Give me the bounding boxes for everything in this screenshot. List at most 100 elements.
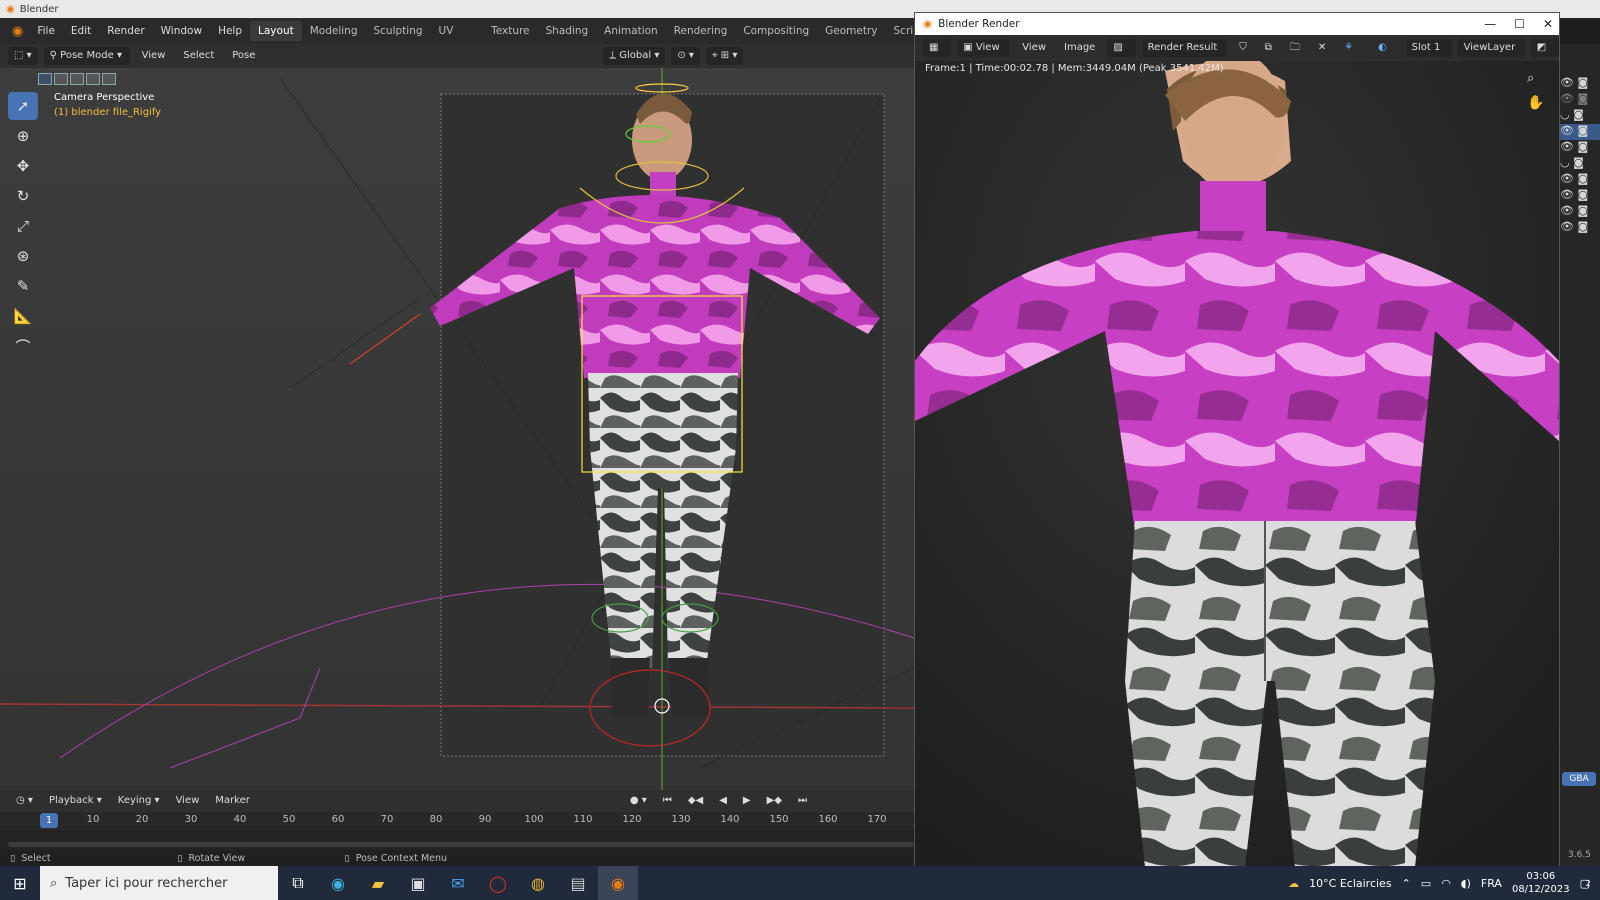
fake-user-icon[interactable]: ⛉ xyxy=(1233,39,1253,57)
weather-text[interactable]: 10°C Eclaircies xyxy=(1309,877,1391,890)
tab-layout[interactable]: Layout xyxy=(250,21,302,41)
jump-start-icon[interactable]: ⏮ xyxy=(657,792,678,810)
eye-icon[interactable]: ◡ ◙ xyxy=(1560,156,1600,172)
menu-window[interactable]: Window xyxy=(153,21,210,41)
timeline-body[interactable] xyxy=(0,830,914,850)
rgba-button[interactable]: GBA xyxy=(1562,772,1596,786)
mail-icon[interactable]: ✉ xyxy=(438,866,478,900)
edge-icon[interactable]: ◉ xyxy=(318,866,358,900)
timeline-scrollbar[interactable] xyxy=(8,842,914,847)
gizmo-icon[interactable]: ⚘ ▾ xyxy=(1338,39,1366,71)
timeline-ruler[interactable]: 1 10 20 30 40 50 60 70 80 90 100 110 120… xyxy=(0,812,914,830)
view-mode-dropdown[interactable]: ▣ View ▾ xyxy=(957,39,1011,71)
rotate-icon[interactable]: ↻ xyxy=(8,182,38,210)
zoom-icon[interactable]: ⌕ xyxy=(1527,71,1534,86)
eye-icon[interactable]: 👁 ◙ xyxy=(1560,76,1600,92)
tab-animation[interactable]: Animation xyxy=(596,21,666,41)
opera-icon[interactable]: ◯ xyxy=(478,866,518,900)
record-icon[interactable]: ● ▾ xyxy=(624,792,653,810)
scale-icon[interactable]: ⤢ xyxy=(8,212,38,240)
pivot-dropdown[interactable]: ⊙ ▾ xyxy=(671,47,700,65)
tab-texture-paint[interactable]: Texture Paint xyxy=(483,21,537,57)
display-channels-icon[interactable]: ◩ ▾ xyxy=(1530,39,1559,71)
menu-file[interactable]: File xyxy=(29,21,63,41)
slot-dropdown[interactable]: Slot 1 ▾ xyxy=(1405,39,1452,71)
taskbar-search[interactable]: ⌕ Taper ici pour rechercher xyxy=(40,866,278,900)
language-indicator[interactable]: FRA xyxy=(1481,877,1502,890)
overlay-icon[interactable]: ◐ ▾ xyxy=(1372,39,1400,71)
clock[interactable]: 03:06 08/12/2023 xyxy=(1512,870,1570,896)
play-reverse-icon[interactable]: ◀ xyxy=(713,792,733,810)
menu-pose[interactable]: Pose xyxy=(226,47,261,65)
app-icon[interactable]: ▤ xyxy=(558,866,598,900)
eye-icon[interactable]: 👁 ◙ xyxy=(1560,220,1600,236)
blender-menu-icon[interactable]: ◉ xyxy=(6,24,29,39)
pan-hand-icon[interactable]: ✋ xyxy=(1527,95,1544,111)
menu-edit[interactable]: Edit xyxy=(63,21,99,41)
menu-playback[interactable]: Playback ▾ xyxy=(43,792,108,810)
menu-image[interactable]: Image xyxy=(1058,39,1101,57)
tab-rendering[interactable]: Rendering xyxy=(666,21,736,41)
volume-icon[interactable]: ◖) xyxy=(1461,877,1471,890)
task-view-icon[interactable]: ⧉ xyxy=(278,866,318,900)
select-mode-invert-icon[interactable] xyxy=(86,73,100,85)
select-mode-subtract-icon[interactable] xyxy=(70,73,84,85)
view-layer-dropdown[interactable]: ViewLayer ▾ xyxy=(1457,39,1525,71)
eye-icon[interactable]: 👁 ◙ xyxy=(1560,188,1600,204)
maximize-button[interactable]: ☐ xyxy=(1514,17,1525,31)
menu-marker[interactable]: Marker xyxy=(209,792,256,810)
blender-taskbar-icon[interactable]: ◉ xyxy=(598,866,638,900)
unlink-icon[interactable]: ✕ xyxy=(1312,39,1332,57)
eye-icon[interactable]: 👁 ◙ xyxy=(1560,124,1600,140)
menu-select[interactable]: Select xyxy=(177,47,220,65)
tray-app-icon[interactable]: ▭ xyxy=(1421,877,1431,890)
snap-toggle[interactable]: ⌖ ⊞ ▾ xyxy=(705,47,744,65)
chrome-icon[interactable]: ◍ xyxy=(518,866,558,900)
annotate-icon[interactable]: ✎ xyxy=(8,272,38,300)
eye-icon[interactable]: 👁 ◙ xyxy=(1560,92,1600,108)
tab-sculpting[interactable]: Sculpting xyxy=(365,21,430,41)
select-mode-new-icon[interactable] xyxy=(38,73,52,85)
select-mode-extend-icon[interactable] xyxy=(54,73,68,85)
menu-keying[interactable]: Keying ▾ xyxy=(112,792,166,810)
measure-icon[interactable]: 📐 xyxy=(8,302,38,330)
mode-dropdown[interactable]: ⚲ Pose Mode ▾ xyxy=(43,47,130,65)
cursor-icon[interactable]: ⊕ xyxy=(8,122,38,150)
tab-geometry-nodes[interactable]: Geometry Nodes xyxy=(817,21,885,57)
menu-view[interactable]: View xyxy=(136,47,172,65)
eye-icon[interactable]: 👁 ◙ xyxy=(1560,172,1600,188)
jump-end-icon[interactable]: ⏭ xyxy=(792,792,813,810)
eye-icon[interactable]: 👁 ◙ xyxy=(1560,140,1600,156)
tab-shading[interactable]: Shading xyxy=(538,21,597,41)
close-button[interactable]: ✕ xyxy=(1543,17,1553,31)
render-result-canvas[interactable] xyxy=(915,61,1559,867)
timeline-editor-icon[interactable]: ◷ ▾ xyxy=(10,792,39,810)
eye-icon[interactable]: 👁 ◙ xyxy=(1560,204,1600,220)
minimize-button[interactable]: — xyxy=(1484,17,1496,31)
play-icon[interactable]: ▶ xyxy=(737,792,757,810)
image-editor-type-icon[interactable]: ▦ ▾ xyxy=(923,39,952,71)
image-browse-icon[interactable]: ▨ ▾ xyxy=(1107,39,1136,71)
editor-type-dropdown[interactable]: ⬚ ▾ xyxy=(8,47,38,65)
select-mode-intersect-icon[interactable] xyxy=(102,73,116,85)
select-box-icon[interactable]: ➚ xyxy=(8,92,38,120)
3d-viewport[interactable] xyxy=(0,68,914,790)
start-icon[interactable]: ⊞ xyxy=(0,866,40,900)
transform-icon[interactable]: ⊛ xyxy=(8,242,38,270)
move-icon[interactable]: ✥ xyxy=(8,152,38,180)
menu-image-view[interactable]: View xyxy=(1016,39,1052,57)
eye-icon[interactable]: ◡ ◙ xyxy=(1560,108,1600,124)
menu-help[interactable]: Help xyxy=(210,21,250,41)
open-folder-icon[interactable]: 🗀 xyxy=(1284,39,1306,57)
menu-render[interactable]: Render xyxy=(99,21,152,41)
file-explorer-icon[interactable]: ▰ xyxy=(358,866,398,900)
pose-tool-icon[interactable]: ⌒ xyxy=(8,332,38,360)
chevron-up-icon[interactable]: ⌃ xyxy=(1402,877,1411,890)
tab-modeling[interactable]: Modeling xyxy=(302,21,366,41)
prev-keyframe-icon[interactable]: ◆◀ xyxy=(682,792,709,810)
menu-timeline-view[interactable]: View xyxy=(170,792,206,810)
duplicate-icon[interactable]: ⧉ xyxy=(1259,39,1278,57)
wifi-icon[interactable]: ◠ xyxy=(1441,877,1451,890)
tab-uv-editing[interactable]: UV Editing xyxy=(431,21,484,57)
orientation-dropdown[interactable]: ⟂ Global ▾ xyxy=(603,47,666,65)
